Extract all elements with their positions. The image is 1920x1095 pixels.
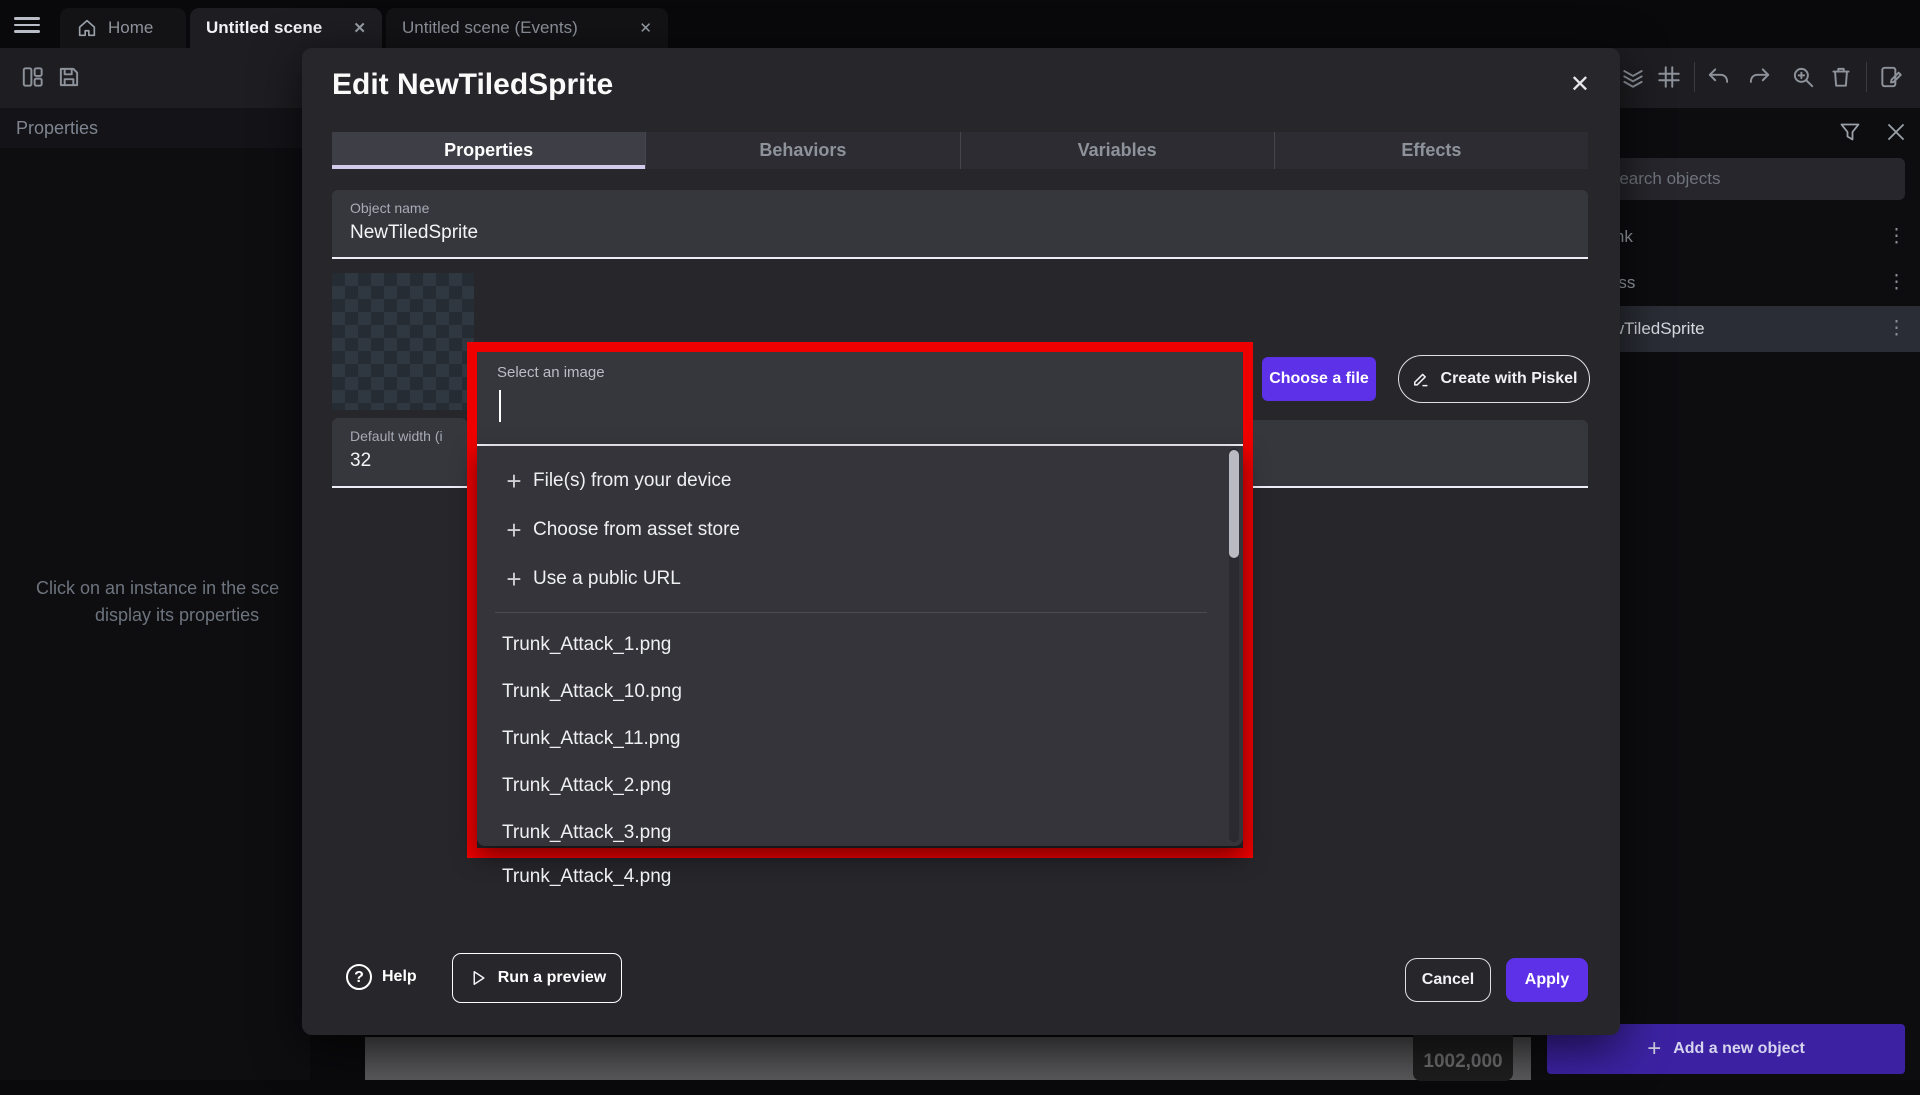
layers-icon[interactable] (1620, 64, 1646, 90)
apply-button[interactable]: Apply (1506, 958, 1588, 1002)
dropdown-option-public-url[interactable]: + Use a public URL (477, 556, 1217, 602)
dropdown-option-label: Choose from asset store (533, 519, 740, 541)
redo-icon[interactable] (1746, 64, 1772, 90)
top-bar: Home Untitled scene ✕ Untitled scene (Ev… (0, 0, 1920, 48)
dropdown-option-label: File(s) from your device (533, 470, 732, 492)
trash-icon[interactable] (1828, 64, 1854, 90)
scene-canvas[interactable] (365, 1037, 1531, 1080)
plus-icon: + (495, 564, 533, 595)
dropdown-file-item[interactable]: Trunk_Attack_10.png (477, 669, 1217, 715)
dropdown-divider (495, 612, 1207, 613)
question-icon: ? (346, 964, 372, 990)
file-name: Trunk_Attack_2.png (502, 775, 671, 797)
cancel-label: Cancel (1422, 971, 1474, 989)
text-cursor (499, 390, 501, 422)
default-width-value: 32 (350, 450, 371, 472)
file-name: Trunk_Attack_11.png (502, 728, 681, 750)
dropdown-option-files-from-device[interactable]: + File(s) from your device (477, 458, 1217, 504)
choose-a-file-button[interactable]: Choose a file (1262, 357, 1376, 401)
cancel-button[interactable]: Cancel (1405, 958, 1491, 1002)
home-icon (76, 17, 98, 39)
tab-effects[interactable]: Effects (1274, 132, 1588, 169)
close-scene-tab-icon[interactable]: ✕ (353, 19, 366, 37)
image-dropdown-list: + File(s) from your device + Choose from… (477, 446, 1243, 846)
pencil-icon (1411, 369, 1431, 389)
tab-properties[interactable]: Properties (332, 132, 645, 169)
search-objects-input[interactable] (1594, 158, 1905, 200)
kebab-menu-icon[interactable]: ⋮ (1887, 230, 1906, 244)
properties-panel-title: Properties (0, 108, 310, 148)
undo-icon[interactable] (1706, 64, 1732, 90)
plus-icon: + (1647, 1035, 1661, 1063)
file-name: Trunk_Attack_4.png (502, 866, 671, 888)
run-preview-label: Run a preview (498, 969, 606, 987)
toolbar-divider (1866, 62, 1867, 92)
empty-selection-message-line1: Click on an instance in the sce (36, 578, 279, 599)
hamburger-menu-icon[interactable] (14, 17, 40, 33)
play-icon (468, 968, 488, 988)
close-panel-icon[interactable] (1884, 120, 1908, 144)
tab-untitled-scene[interactable]: Untitled scene ✕ (190, 8, 382, 48)
kebab-menu-icon[interactable]: ⋮ (1887, 276, 1906, 290)
add-object-label: Add a new object (1673, 1040, 1805, 1058)
dropdown-file-item[interactable]: Trunk_Attack_4.png (477, 854, 1217, 900)
run-a-preview-button[interactable]: Run a preview (452, 953, 622, 1003)
dropdown-file-item[interactable]: Trunk_Attack_3.png (477, 810, 1217, 856)
default-width-label: Default width (i (350, 428, 443, 444)
object-name-field-value: NewTiledSprite (350, 222, 478, 244)
choose-a-file-label: Choose a file (1269, 370, 1369, 388)
file-name: Trunk_Attack_1.png (502, 634, 671, 656)
create-with-piskel-button[interactable]: Create with Piskel (1398, 355, 1590, 403)
plus-icon: + (495, 466, 533, 497)
tab-events-label: Untitled scene (Events) (402, 18, 578, 38)
dropdown-option-label: Use a public URL (533, 568, 681, 590)
empty-selection-message-line2: display its properties (95, 605, 259, 626)
cursor-coordinates-badge: 1002,000 (1413, 1029, 1513, 1081)
save-icon[interactable] (56, 64, 82, 90)
tab-home[interactable]: Home (60, 8, 186, 48)
edit-object-dialog: Edit NewTiledSprite ✕ Properties Behavio… (302, 48, 1620, 1035)
dropdown-scrollbar-thumb[interactable] (1229, 450, 1239, 558)
dialog-close-icon[interactable]: ✕ (1570, 70, 1590, 99)
tab-untitled-scene-events[interactable]: Untitled scene (Events) ✕ (386, 8, 668, 48)
dropdown-file-item[interactable]: Trunk_Attack_2.png (477, 763, 1217, 809)
dialog-title: Edit NewTiledSprite (332, 68, 613, 102)
dropdown-file-item[interactable]: Trunk_Attack_1.png (477, 622, 1217, 668)
plus-icon: + (495, 515, 533, 546)
file-name: Trunk_Attack_10.png (502, 681, 682, 703)
dialog-tab-bar: Properties Behaviors Variables Effects (332, 132, 1588, 169)
tab-scene-label: Untitled scene (206, 18, 322, 38)
toolbar-divider (1694, 62, 1695, 92)
dropdown-file-item[interactable]: Trunk_Attack_11.png (477, 716, 1217, 762)
kebab-menu-icon[interactable]: ⋮ (1887, 322, 1906, 336)
panel-layout-icon[interactable] (20, 64, 46, 90)
file-name: Trunk_Attack_3.png (502, 822, 671, 844)
select-an-image-label: Select an image (497, 364, 605, 381)
tab-home-label: Home (108, 18, 153, 38)
close-events-tab-icon[interactable]: ✕ (639, 19, 652, 37)
object-name-field-label: Object name (350, 200, 429, 216)
object-name-field[interactable]: Object name NewTiledSprite (332, 190, 1588, 259)
tab-behaviors[interactable]: Behaviors (645, 132, 959, 169)
properties-panel: Properties Click on an instance in the s… (0, 108, 310, 1080)
grid-icon[interactable] (1656, 64, 1682, 90)
help-label: Help (382, 968, 417, 986)
apply-label: Apply (1525, 971, 1569, 989)
create-with-piskel-label: Create with Piskel (1441, 370, 1578, 388)
filter-icon[interactable] (1838, 120, 1862, 144)
select-an-image-field[interactable]: Select an image (477, 352, 1243, 446)
zoom-in-icon[interactable] (1790, 64, 1816, 90)
sprite-transparent-thumbnail (332, 273, 474, 410)
help-button[interactable]: ? Help (346, 964, 417, 990)
default-width-field[interactable]: Default width (i 32 (332, 418, 467, 488)
tab-variables[interactable]: Variables (960, 132, 1274, 169)
dropdown-option-asset-store[interactable]: + Choose from asset store (477, 507, 1217, 553)
edit-events-icon[interactable] (1878, 64, 1904, 90)
